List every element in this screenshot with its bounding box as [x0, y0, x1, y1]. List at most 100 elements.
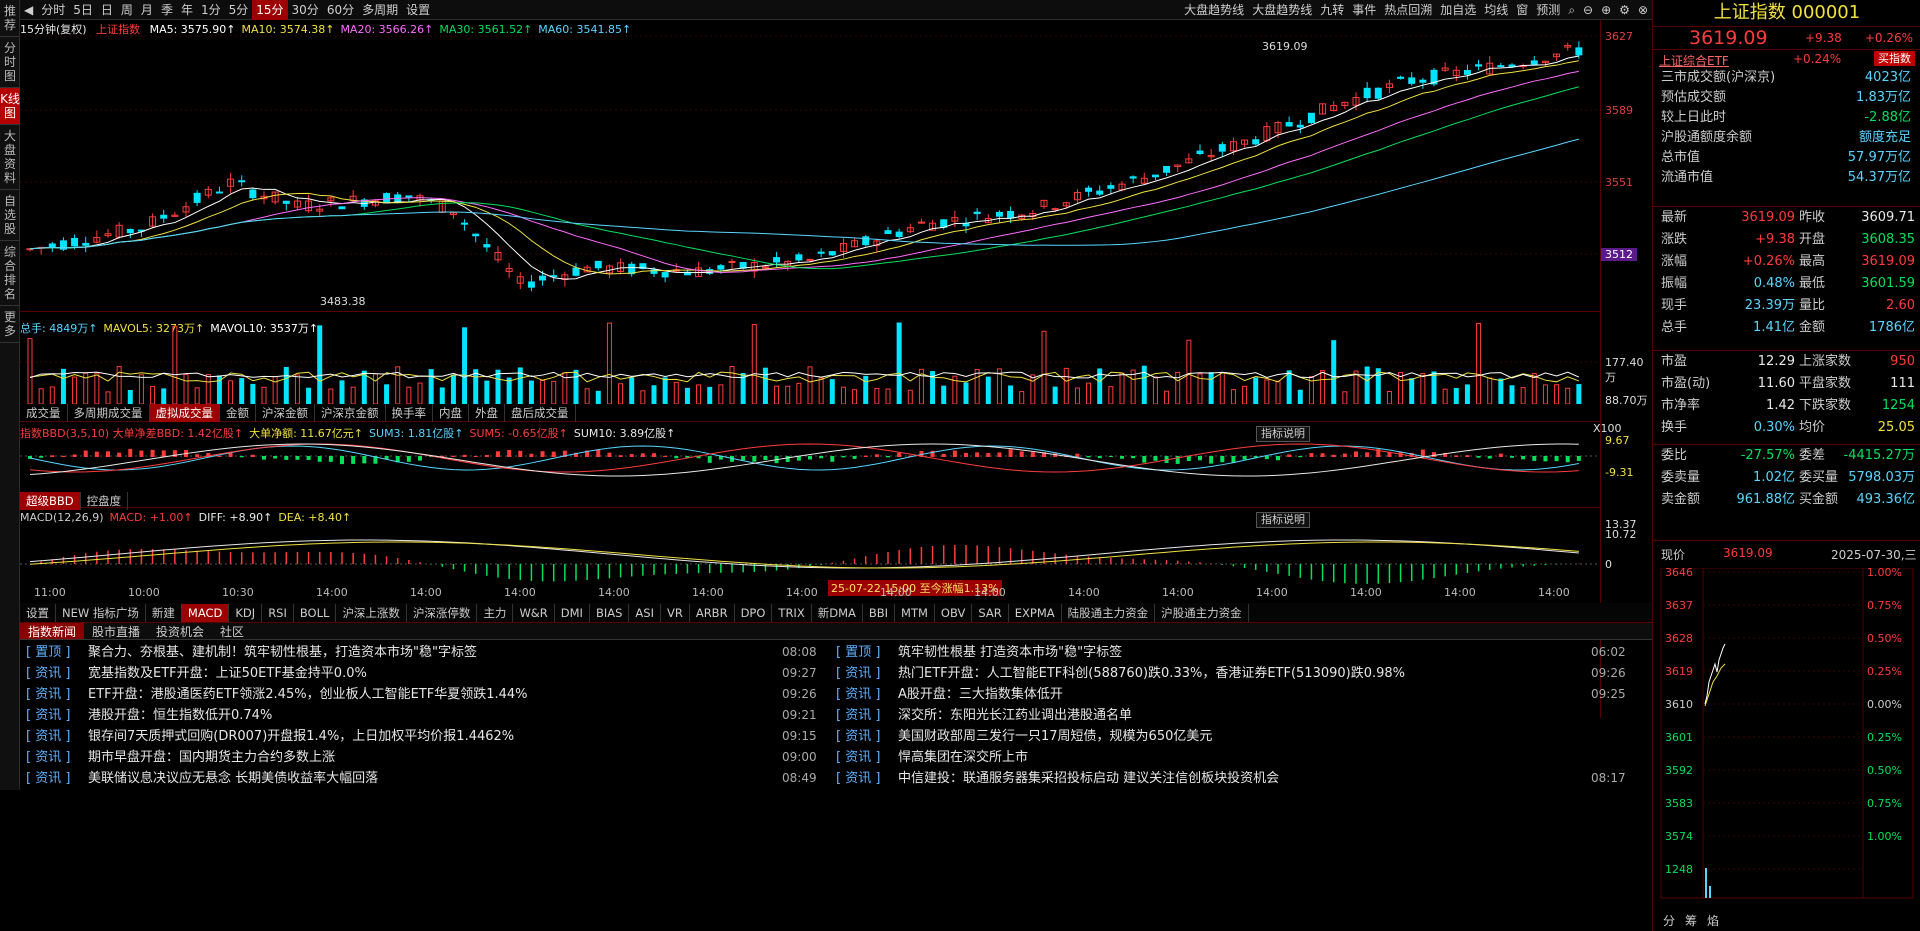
toolbar-action[interactable]: 事件 [1348, 0, 1380, 20]
left-nav-tab[interactable]: K线图 [0, 88, 20, 125]
news-title[interactable]: 美联储议息决议应无悬念 长期美债收益率大幅回落 [88, 771, 378, 786]
indicator-tab[interactable]: 陆股通主力资金 [1062, 603, 1156, 622]
indicator-tab[interactable]: BBI [863, 603, 896, 622]
news-item[interactable]: [ 置顶 ] 聚合力、夯根基、建机制！筑牢韧性根基，打造资本市场"稳"字标签 08:… [26, 642, 826, 663]
bbd-panel[interactable]: 指数BBD(3,5,10) 大单净差BBD: 1.42亿股↑ 大单净额: 11.6… [20, 422, 1600, 510]
indicator-tab[interactable]: SAR [972, 603, 1009, 622]
bbd-chart[interactable] [20, 438, 1600, 492]
news-tab[interactable]: 投资机会 [148, 623, 212, 639]
period-tab[interactable]: 日 [97, 0, 117, 20]
indicator-tab[interactable]: MTM [895, 603, 935, 622]
kline-chart[interactable] [20, 20, 1600, 312]
volume-tab[interactable]: 换手率 [386, 404, 433, 422]
settings-icon[interactable]: ⚙ [1615, 0, 1634, 20]
volume-tab[interactable]: 盘后成交量 [505, 404, 576, 422]
period-tab[interactable]: 多周期 [358, 0, 402, 20]
period-tab[interactable]: 分时 [37, 0, 69, 20]
news-item[interactable]: [ 资讯 ] 悍高集团在深交所上市 [836, 747, 1636, 768]
news-item[interactable]: [ 资讯 ] 美联储议息决议应无悬念 长期美债收益率大幅回落 08:49 [26, 768, 826, 789]
period-tab[interactable]: 设置 [402, 0, 434, 20]
toolbar-action[interactable]: 均线 [1480, 0, 1512, 20]
indicator-tab[interactable]: KDJ [229, 603, 263, 622]
volume-tab[interactable]: 内盘 [433, 404, 469, 422]
toolbar-action[interactable]: 热点回溯 [1380, 0, 1436, 20]
indicator-tab[interactable]: VR [661, 603, 690, 622]
period-tab[interactable]: 1分 [197, 0, 225, 20]
indicator-tab[interactable]: EXPMA [1009, 603, 1062, 622]
period-tab[interactable]: 15分 [252, 0, 288, 20]
kline-panel[interactable]: 15分钟(复权) 上证指数 MA5: 3575.90↑ MA10: 3574.38… [20, 20, 1600, 312]
indicator-tab[interactable]: 沪股通主力资金 [1155, 603, 1249, 622]
indicator-tab[interactable]: 沪深上涨数 [336, 603, 407, 622]
volume-panel[interactable]: 总手: 4849万↑ MAVOL5: 3273万↑ MAVOL10: 3537万↑ … [20, 312, 1600, 422]
left-nav-tab[interactable]: 大盘资料 [0, 125, 20, 190]
indicator-tab[interactable]: DMI [555, 603, 590, 622]
indicator-tab[interactable]: TRIX [772, 603, 812, 622]
indicator-tab[interactable]: 设置 [20, 603, 56, 622]
news-item[interactable]: [ 资讯 ] ETF开盘：港股通医药ETF领涨2.45%，创业板人工智能ETF华夏… [26, 684, 826, 705]
left-nav-tab[interactable]: 自选股 [0, 190, 20, 241]
toolbar-action[interactable]: 大盘趋势线 [1248, 0, 1316, 20]
toolbar-action[interactable]: 加自选 [1436, 0, 1480, 20]
indicator-tab[interactable]: 新建 [146, 603, 182, 622]
indicator-tab[interactable]: MACD [181, 603, 230, 622]
volume-tab[interactable]: 多周期成交量 [68, 404, 150, 422]
toolbar-action[interactable]: 窗 [1512, 0, 1532, 20]
indicator-tab[interactable]: NEW 指标广场 [56, 603, 146, 622]
volume-tab[interactable]: 金额 [220, 404, 256, 422]
period-tab[interactable]: 季 [157, 0, 177, 20]
news-item[interactable]: [ 资讯 ] 银存间7天质押式回购(DR007)开盘报1.4%，上日加权平均价报1… [26, 726, 826, 747]
news-title[interactable]: 聚合力、夯根基、建机制！筑牢韧性根基，打造资本市场"稳"字标签 [88, 645, 477, 660]
indicator-tab[interactable]: DPO [735, 603, 773, 622]
prev-arrow-icon[interactable]: ◀ [20, 0, 37, 20]
news-title[interactable]: 港股开盘：恒生指数低开0.74% [88, 708, 272, 723]
volume-tab[interactable]: 沪深金额 [256, 404, 315, 422]
news-tab[interactable]: 社区 [212, 623, 252, 639]
left-nav-tab[interactable]: 推荐 [0, 0, 20, 37]
news-title[interactable]: 悍高集团在深交所上市 [898, 750, 1028, 765]
etf-name[interactable]: 上证综合ETF [1659, 52, 1729, 69]
left-nav-tab[interactable]: 分时图 [0, 37, 20, 88]
period-tab[interactable]: 月 [137, 0, 157, 20]
zoom-in-icon[interactable]: ⊕ [1597, 0, 1615, 20]
period-tab[interactable]: 5分 [225, 0, 253, 20]
indicator-tab[interactable]: W&R [513, 603, 555, 622]
period-tab[interactable]: 60分 [323, 0, 358, 20]
close-icon[interactable]: ⊗ [1634, 0, 1652, 20]
volume-tab[interactable]: 外盘 [469, 404, 505, 422]
news-title[interactable]: 期市早盘开盘：国内期货主力合约多数上涨 [88, 750, 335, 765]
news-item[interactable]: [ 资讯 ] 深交所：东阳光长江药业调出港股通名单 [836, 705, 1636, 726]
indicator-tab[interactable]: BIAS [590, 603, 630, 622]
news-tab[interactable]: 指数新闻 [20, 623, 85, 639]
news-title[interactable]: 银存间7天质押式回购(DR007)开盘报1.4%，上日加权平均价报1.4462% [88, 729, 514, 744]
toolbar-action[interactable]: 九转 [1316, 0, 1348, 20]
news-title[interactable]: ETF开盘：港股通医药ETF领涨2.45%，创业板人工智能ETF华夏领跌1.44… [88, 687, 528, 702]
period-tab[interactable]: 5日 [69, 0, 97, 20]
toolbar-action[interactable]: 预测 [1532, 0, 1564, 20]
indicator-tab[interactable]: ASI [629, 603, 661, 622]
buy-index-button[interactable]: 买指数 [1874, 51, 1915, 66]
mini-bottom-tab[interactable]: 焰 [1707, 912, 1719, 931]
indicator-tab[interactable]: 主力 [477, 603, 514, 622]
news-item[interactable]: [ 资讯 ] 热门ETF开盘：人工智能ETF科创(588760)跌0.33%，香港… [836, 663, 1636, 684]
indicator-tab[interactable]: 沪深涨停数 [407, 603, 478, 622]
search-icon[interactable]: ⌕ [1564, 0, 1579, 20]
etf-row[interactable]: 上证综合ETF +0.24% 买指数 [1653, 49, 1920, 69]
indicator-tab[interactable]: RSI [262, 603, 294, 622]
period-tab[interactable]: 30分 [288, 0, 323, 20]
news-item[interactable]: [ 资讯 ] 期市早盘开盘：国内期货主力合约多数上涨 09:00 [26, 747, 826, 768]
news-item[interactable]: [ 资讯 ] 宽基指数及ETF开盘：上证50ETF基金持平0.0% 09:27 [26, 663, 826, 684]
news-title[interactable]: 美国财政部周三发行一只17周短债，规模为650亿美元 [898, 729, 1212, 744]
volume-tab[interactable]: 成交量 [20, 404, 68, 422]
news-title[interactable]: 宽基指数及ETF开盘：上证50ETF基金持平0.0% [88, 666, 367, 681]
volume-chart[interactable] [20, 312, 1600, 404]
news-title[interactable]: 热门ETF开盘：人工智能ETF科创(588760)跌0.33%，香港证券ETF(… [898, 666, 1405, 681]
macd-chart[interactable] [20, 524, 1600, 594]
indicator-tab[interactable]: OBV [935, 603, 973, 622]
news-title[interactable]: 筑牢韧性根基 打造资本市场"稳"字标签 [898, 645, 1122, 660]
indicator-tab[interactable]: BOLL [294, 603, 337, 622]
news-item[interactable]: [ 资讯 ] 中信建投：联通服务器集采招投标启动 建议关注信创板块投资机会 08:1… [836, 768, 1636, 789]
mini-chart[interactable]: 3646 3637 3628 3619 3610 3601 3592 3583 3574 1248… [1653, 568, 1920, 912]
toolbar-action[interactable]: 大盘趋势线 [1180, 0, 1248, 20]
volume-tab[interactable]: 虚拟成交量 [149, 404, 220, 422]
